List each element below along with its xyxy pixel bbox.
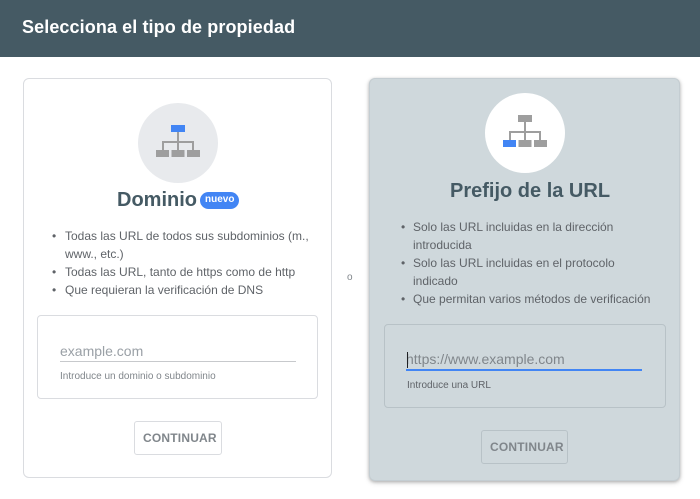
domain-property-card[interactable]: Dominio nuevo Todas las URL de todos sus… bbox=[23, 78, 332, 478]
sitemap-icon bbox=[503, 115, 547, 147]
domain-icon-circle bbox=[138, 103, 218, 183]
list-item: Todas las URL de todos sus subdominios (… bbox=[48, 227, 318, 263]
url-input-helper: Introduce una URL bbox=[407, 380, 491, 391]
list-item: Todas las URL, tanto de https como de ht… bbox=[48, 263, 318, 281]
url-prefix-icon-circle bbox=[485, 93, 565, 173]
url-input-container: Introduce una URL bbox=[384, 324, 666, 408]
url-input[interactable] bbox=[406, 349, 642, 371]
list-item: Que permitan varios métodos de verificac… bbox=[397, 290, 659, 308]
url-prefix-features-list: Solo las URL incluidas en la dirección i… bbox=[397, 218, 659, 308]
domain-features-list: Todas las URL de todos sus subdominios (… bbox=[48, 227, 318, 299]
list-item: Que requieran la verificación de DNS bbox=[48, 281, 318, 299]
new-badge: nuevo bbox=[200, 192, 240, 209]
dialog-title: Selecciona el tipo de propiedad bbox=[22, 17, 296, 37]
domain-input-container: Introduce un dominio o subdominio bbox=[37, 315, 318, 399]
url-prefix-card-title: Prefijo de la URL bbox=[450, 180, 611, 202]
or-separator: o bbox=[347, 272, 353, 283]
text-cursor bbox=[407, 352, 408, 368]
url-prefix-property-card[interactable]: Prefijo de la URL Solo las URL incluidas… bbox=[369, 78, 680, 481]
dialog-header: Selecciona el tipo de propiedad bbox=[0, 0, 700, 57]
domain-input[interactable] bbox=[60, 340, 296, 362]
domain-continue-button[interactable]: CONTINUAR bbox=[134, 421, 222, 455]
list-item: Solo las URL incluidas en el protocolo i… bbox=[397, 254, 659, 290]
sitemap-icon bbox=[156, 125, 200, 157]
domain-card-title: Dominio bbox=[117, 189, 197, 211]
list-item: Solo las URL incluidas en la dirección i… bbox=[397, 218, 659, 254]
domain-input-helper: Introduce un dominio o subdominio bbox=[60, 371, 216, 382]
url-prefix-continue-button[interactable]: CONTINUAR bbox=[481, 430, 568, 464]
